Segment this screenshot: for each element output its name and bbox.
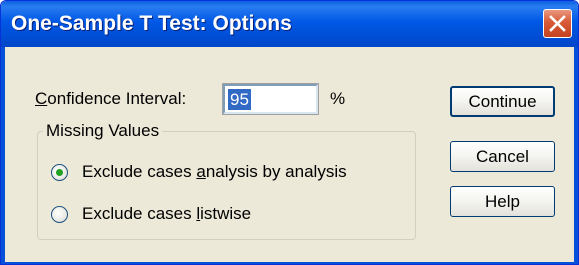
confidence-interval-value: 95 [228,89,251,110]
close-icon [549,15,566,32]
continue-button[interactable]: Continue [450,86,555,117]
window-frame-right [574,47,578,264]
title-bar[interactable]: One-Sample T Test: Options [1,1,578,47]
percent-unit-label: % [330,89,346,108]
window-frame-left [1,47,5,264]
exclude-analysis-by-analysis-label[interactable]: Exclude cases analysis by analysis [82,162,347,182]
missing-values-group-title: Missing Values [43,121,163,141]
cancel-button[interactable]: Cancel [450,141,555,172]
confidence-interval-label: Confidence Interval: [35,89,187,108]
close-button[interactable] [543,9,572,38]
exclude-analysis-by-analysis-radio[interactable] [51,164,68,181]
help-button[interactable]: Help [450,186,555,217]
confidence-interval-input[interactable]: 95 [222,83,319,115]
dialog-title: One-Sample T Test: Options [11,12,292,35]
radio-selected-dot [56,169,63,176]
exclude-listwise-radio[interactable] [51,206,68,223]
options-dialog: One-Sample T Test: Options Confidence In… [0,0,579,265]
exclude-listwise-label[interactable]: Exclude cases listwise [82,204,251,224]
